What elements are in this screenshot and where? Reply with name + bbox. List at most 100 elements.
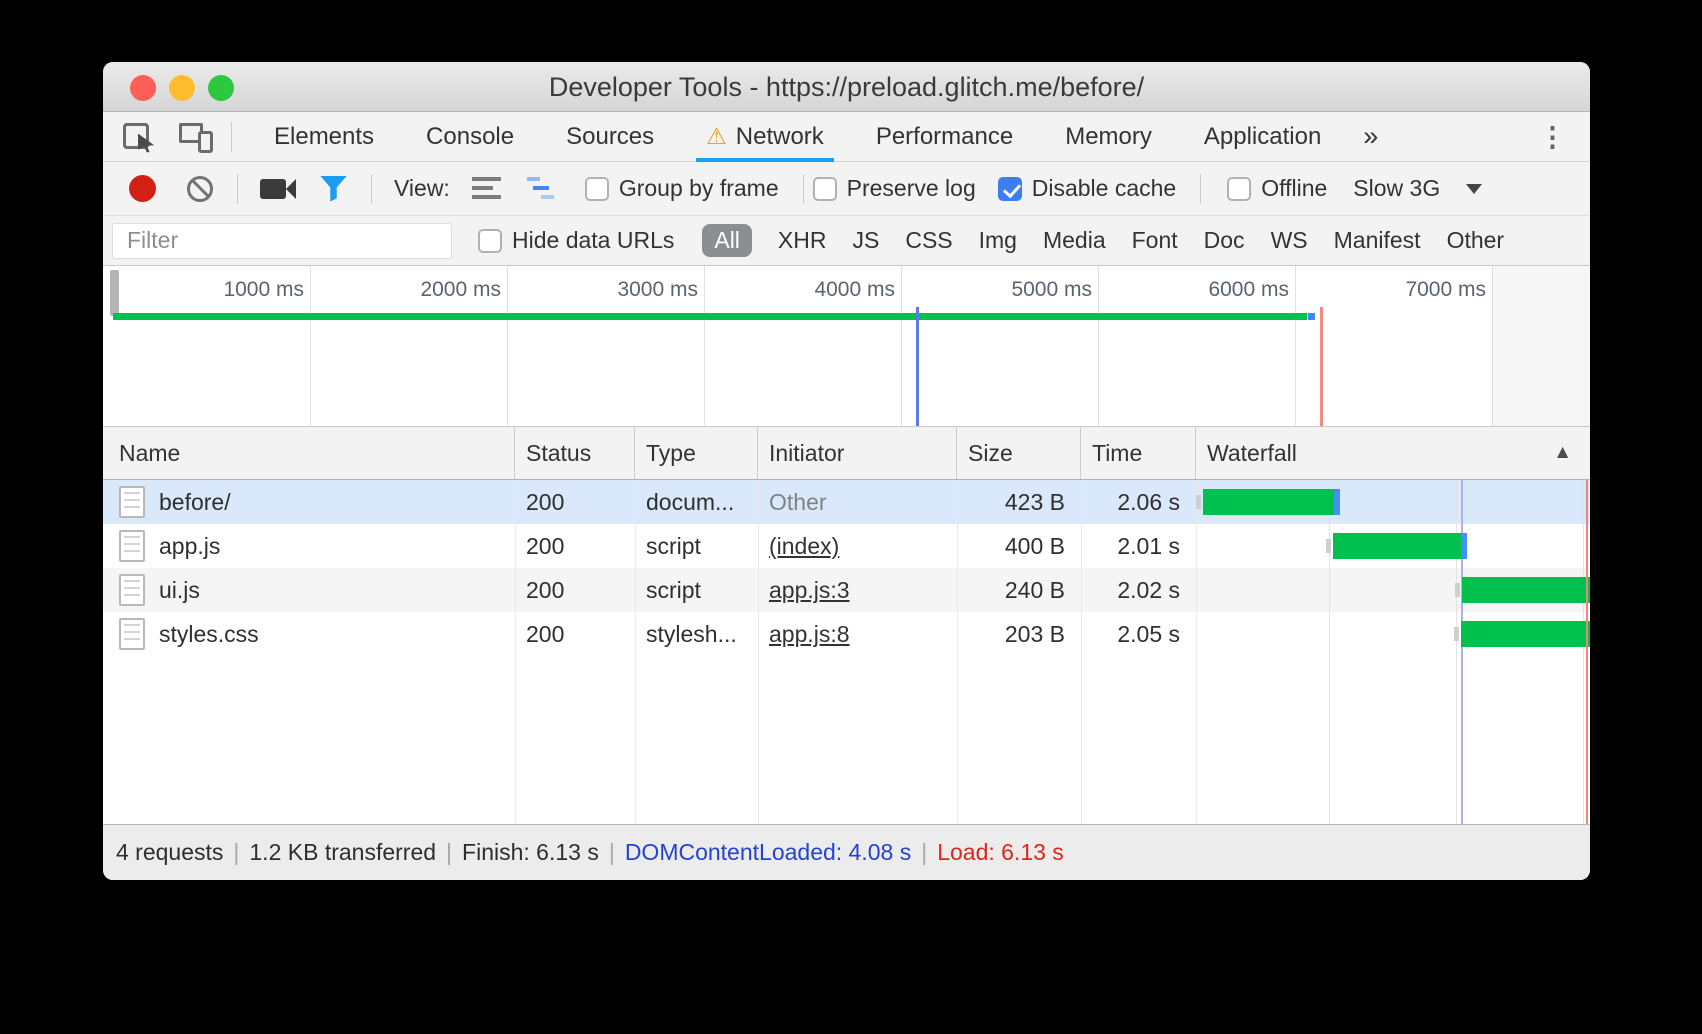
hide-data-urls-checkbox[interactable] — [478, 229, 502, 253]
main-menu-kebab-icon[interactable]: ⋮ — [1531, 112, 1574, 162]
tab-sources[interactable]: Sources — [560, 112, 660, 162]
waterfall-bar[interactable] — [1333, 533, 1461, 559]
group-by-frame-checkbox[interactable] — [585, 177, 609, 201]
column-header-size[interactable]: Size — [957, 427, 1081, 479]
status-text: DOMContentLoaded: 4.08 s — [625, 839, 911, 866]
screenshot-background: Developer Tools - https://preload.glitch… — [0, 0, 1702, 1034]
column-header-initiator[interactable]: Initiator — [758, 427, 957, 479]
waterfall-gridline — [1329, 480, 1330, 824]
status-cell: 200 — [515, 480, 635, 524]
initiator-link[interactable]: (index) — [769, 533, 839, 560]
waterfall-bar[interactable] — [1462, 577, 1590, 603]
request-row[interactable]: before/200docum...Other423 B2.06 s — [103, 480, 1590, 524]
filter-chip-all[interactable]: All — [702, 224, 752, 257]
overview-left-handle[interactable] — [110, 270, 119, 316]
filter-chip-doc[interactable]: Doc — [1204, 227, 1245, 254]
disable-cache-checkbox[interactable] — [998, 177, 1022, 201]
request-row[interactable]: styles.css200stylesh...app.js:8203 B2.05… — [103, 612, 1590, 656]
status-separator: | — [609, 839, 615, 866]
hide-data-urls-label[interactable]: Hide data URLs — [512, 227, 674, 254]
disable-cache-label[interactable]: Disable cache — [1032, 175, 1176, 202]
time-cell: 2.02 s — [1081, 568, 1196, 612]
inspect-element-icon[interactable] — [123, 121, 157, 153]
tab-application[interactable]: Application — [1198, 112, 1327, 162]
large-request-rows-icon[interactable] — [472, 177, 501, 200]
filter-chip-ws[interactable]: WS — [1271, 227, 1308, 254]
initiator-link[interactable]: app.js:8 — [769, 621, 850, 648]
column-header-waterfall[interactable]: Waterfall▲ — [1196, 427, 1590, 479]
waterfall-gridline — [1583, 480, 1584, 824]
initiator-text: Other — [769, 489, 827, 516]
filter-chip-font[interactable]: Font — [1132, 227, 1178, 254]
column-header-time[interactable]: Time — [1081, 427, 1196, 479]
waterfall-queue-tick — [1326, 539, 1331, 553]
divider — [231, 122, 232, 152]
tab-label: Memory — [1065, 123, 1152, 151]
filter-icon[interactable] — [320, 176, 347, 202]
timeline-overview[interactable]: 1000 ms2000 ms3000 ms4000 ms5000 ms6000 … — [103, 266, 1590, 427]
initiator-link[interactable]: app.js:3 — [769, 577, 850, 604]
throttling-caret-icon[interactable] — [1466, 184, 1482, 194]
request-row[interactable]: ui.js200scriptapp.js:3240 B2.02 s — [103, 568, 1590, 612]
throttling-select[interactable]: Slow 3G — [1353, 175, 1440, 202]
filter-chip-other[interactable]: Other — [1447, 227, 1505, 254]
column-header-status[interactable]: Status — [515, 427, 635, 479]
sort-ascending-icon[interactable]: ▲ — [1553, 427, 1572, 479]
status-text: 1.2 KB transferred — [249, 839, 436, 866]
offline-label[interactable]: Offline — [1261, 175, 1327, 202]
ruler-tick-label: 3000 ms — [498, 278, 698, 302]
column-header-name[interactable]: Name — [103, 427, 515, 479]
network-toolbar: View: Group by frame Preserve log Disabl… — [103, 162, 1590, 216]
filter-chip-media[interactable]: Media — [1043, 227, 1106, 254]
type-cell: script — [635, 568, 758, 612]
view-label: View: — [394, 175, 450, 202]
type-cell: script — [635, 524, 758, 568]
tab-console[interactable]: Console — [420, 112, 520, 162]
resource-type-chips: All XHR JS CSS Img Media Font Doc WS Manifest Othe… — [688, 224, 1504, 257]
document-icon — [119, 618, 145, 650]
waterfall-bar[interactable] — [1203, 489, 1334, 515]
waterfall-gridline — [1456, 480, 1457, 824]
waterfall-download-cap — [1461, 533, 1467, 559]
initiator-cell: Other — [758, 480, 957, 524]
filter-input[interactable] — [112, 223, 452, 259]
preserve-log-label[interactable]: Preserve log — [847, 175, 976, 202]
status-text: Load: 6.13 s — [937, 839, 1064, 866]
waterfall-bar[interactable] — [1461, 621, 1590, 647]
filter-chip-manifest[interactable]: Manifest — [1334, 227, 1421, 254]
tab-label: Application — [1204, 123, 1321, 151]
preserve-log-checkbox[interactable] — [813, 177, 837, 201]
screenshot-capture-icon[interactable] — [260, 178, 296, 200]
status-cell: 200 — [515, 524, 635, 568]
record-button[interactable] — [129, 175, 156, 202]
filter-chip-xhr[interactable]: XHR — [778, 227, 827, 254]
show-overview-icon[interactable] — [527, 177, 559, 200]
tab-network[interactable]: ⚠Network — [700, 112, 830, 162]
ruler-tick-label: 6000 ms — [1089, 278, 1289, 302]
ruler-tick-label: 2000 ms — [301, 278, 501, 302]
clear-icon[interactable] — [187, 176, 213, 202]
more-tabs-chevron[interactable]: » — [1363, 121, 1378, 152]
tab-memory[interactable]: Memory — [1059, 112, 1158, 162]
filter-chip-img[interactable]: Img — [979, 227, 1017, 254]
column-divider — [635, 480, 636, 824]
tab-elements[interactable]: Elements — [268, 112, 380, 162]
status-separator: | — [921, 839, 927, 866]
status-cell: 200 — [515, 612, 635, 656]
group-by-frame-label[interactable]: Group by frame — [619, 175, 779, 202]
column-header-type[interactable]: Type — [635, 427, 758, 479]
filter-chip-js[interactable]: JS — [852, 227, 879, 254]
request-name: styles.css — [159, 621, 259, 648]
column-divider — [957, 480, 958, 824]
initiator-cell: app.js:8 — [758, 612, 957, 656]
offline-checkbox[interactable] — [1227, 177, 1251, 201]
filter-chip-css[interactable]: CSS — [905, 227, 952, 254]
devtools-window: Developer Tools - https://preload.glitch… — [103, 62, 1590, 880]
status-cell: 200 — [515, 568, 635, 612]
request-name: before/ — [159, 489, 231, 516]
requests-table-body: before/200docum...Other423 B2.06 s app.js… — [103, 480, 1590, 824]
overview-line-blue-cap — [1308, 313, 1315, 320]
camera-lens — [286, 179, 296, 199]
tab-performance[interactable]: Performance — [870, 112, 1019, 162]
device-toolbar-icon[interactable] — [179, 121, 215, 153]
